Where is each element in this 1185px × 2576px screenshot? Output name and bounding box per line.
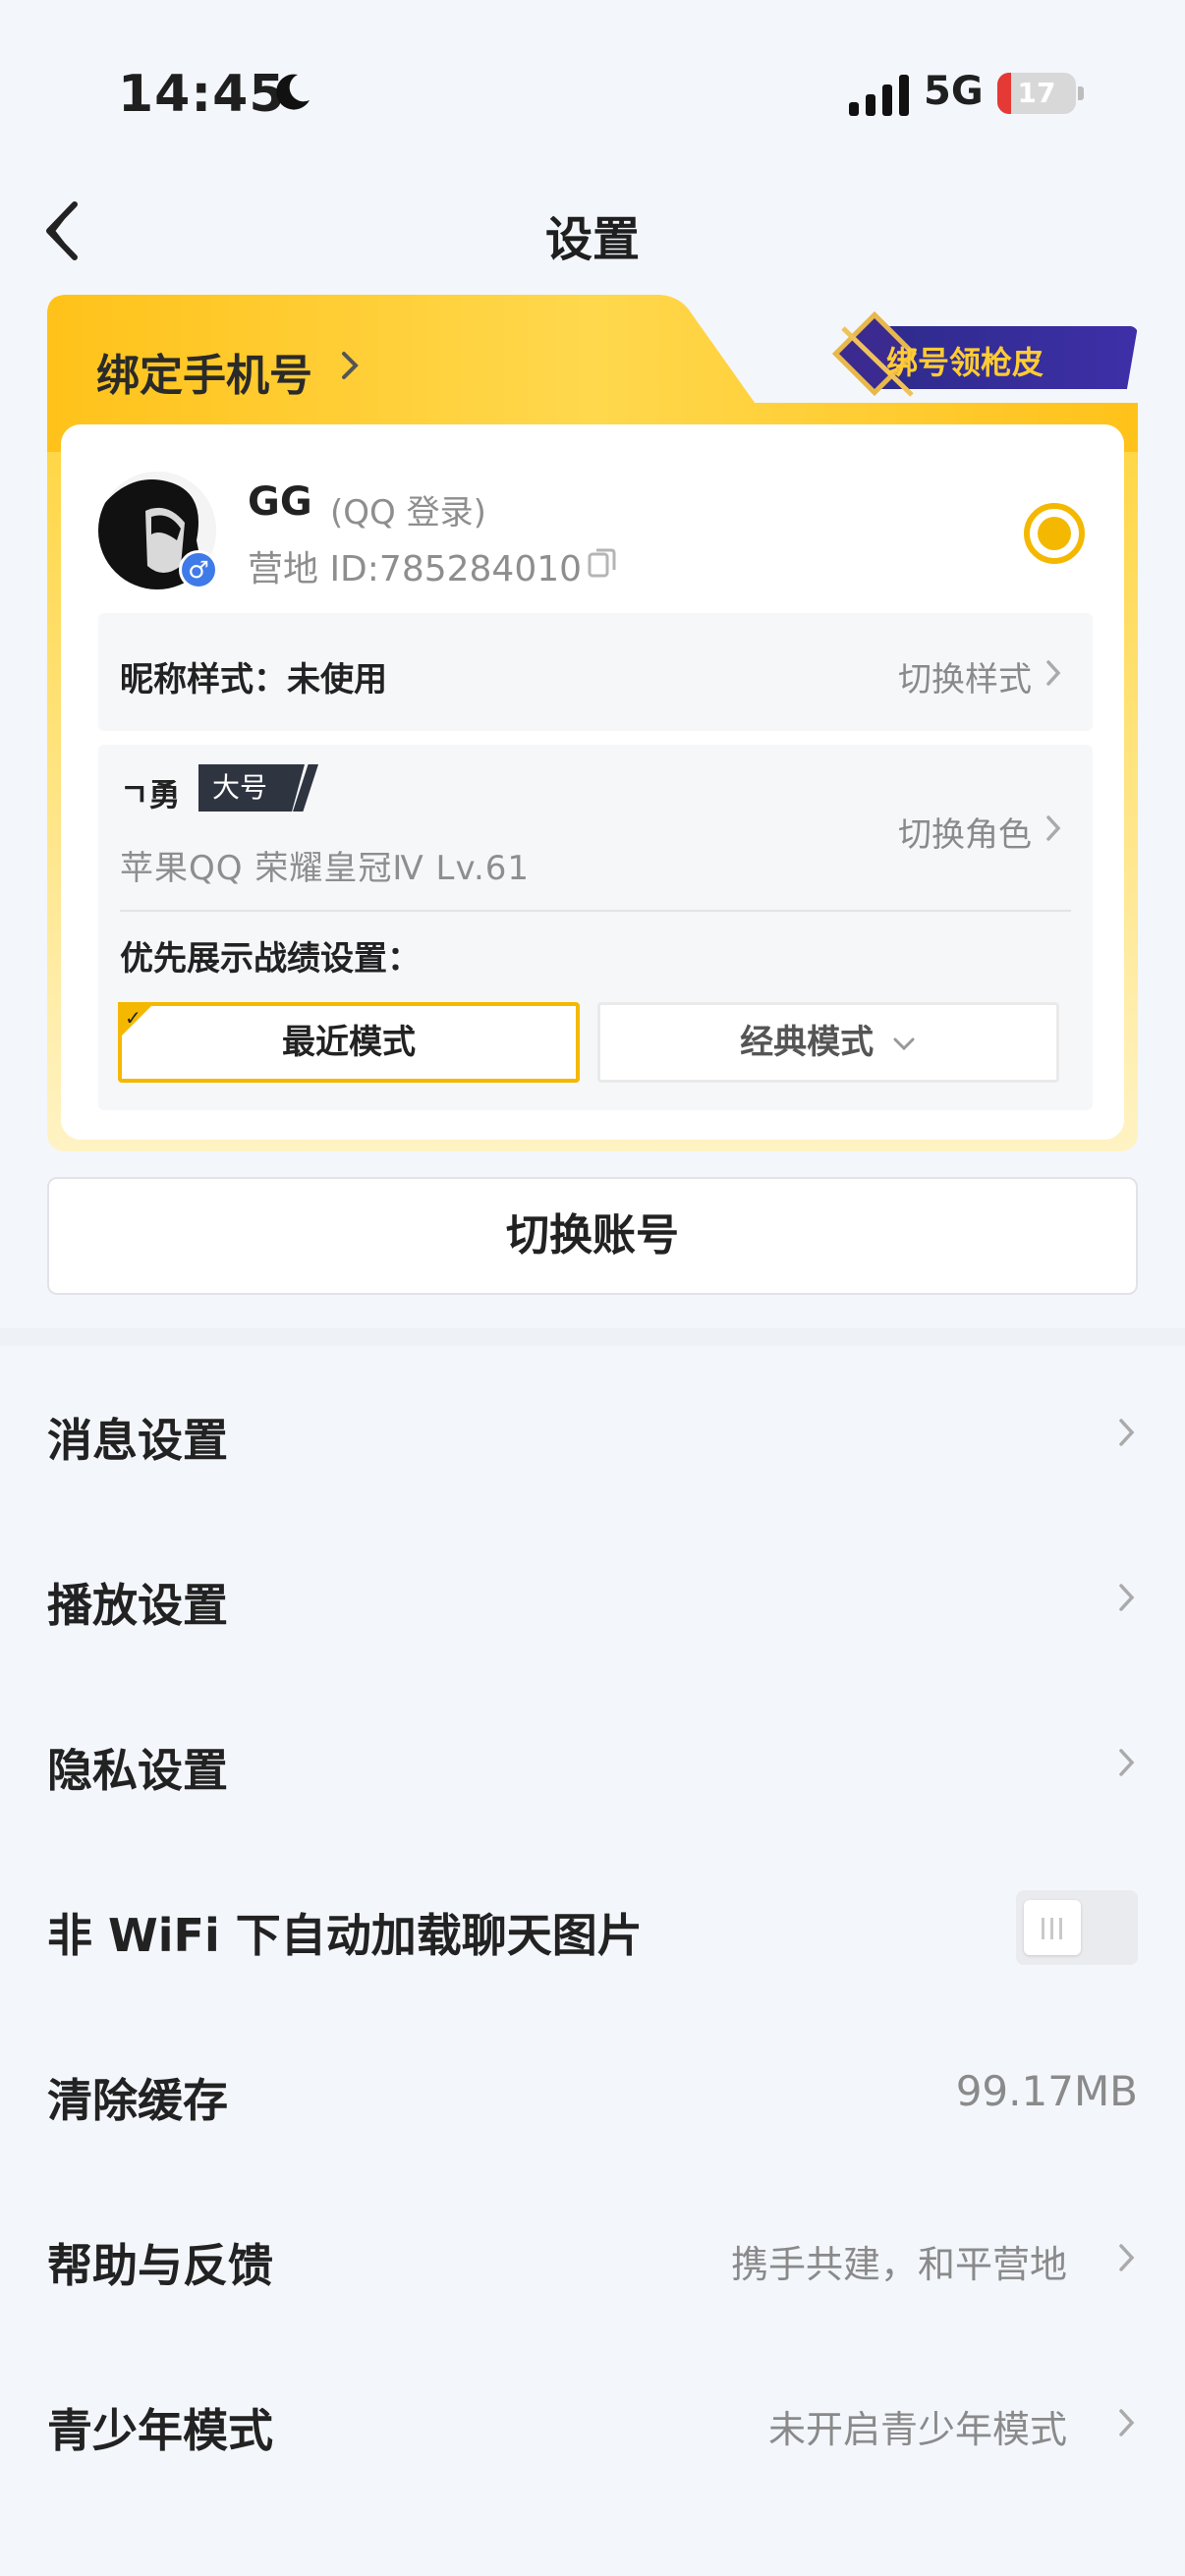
classic-mode-dropdown[interactable]: 经典模式 — [597, 1002, 1059, 1083]
settings-item-auto-load-images: 非 WiFi 下自动加载聊天图片 — [0, 1849, 1185, 2014]
settings-item-label: 播放设置 — [47, 1579, 228, 1632]
chevron-right-icon — [1046, 660, 1061, 686]
network-type: 5G — [924, 69, 984, 114]
main-account-tag: 大号 — [198, 764, 305, 812]
battery-icon: 17 — [997, 73, 1076, 114]
chevron-right-icon — [1119, 2409, 1135, 2436]
login-type: (QQ 登录) — [330, 493, 486, 532]
role-panel: ㄱ勇 大号 苹果QQ 荣耀皇冠Ⅳ Lv.61 切换角色 优先展示战绩设置： ✓ … — [98, 745, 1093, 1110]
settings-item-label: 非 WiFi 下自动加载聊天图片 — [47, 1909, 643, 1962]
chevron-right-icon — [342, 352, 359, 379]
chevron-right-icon — [1046, 815, 1061, 841]
priority-display-label: 优先展示战绩设置： — [120, 939, 421, 979]
settings-item-help-feedback[interactable]: 帮助与反馈 携手共建，和平营地 — [0, 2179, 1185, 2344]
settings-item-playback[interactable]: 播放设置 — [0, 1519, 1185, 1684]
settings-item-privacy[interactable]: 隐私设置 — [0, 1684, 1185, 1849]
recent-mode-button[interactable]: ✓ 最近模式 — [118, 1002, 580, 1083]
promo-banner[interactable]: 绑号领枪皮 — [814, 305, 1167, 403]
settings-item-value: 未开启青少年模式 — [767, 2408, 1067, 2451]
chevron-right-icon — [1119, 2244, 1135, 2271]
toggle-knob — [1024, 1900, 1081, 1955]
chevron-right-icon — [1119, 1419, 1135, 1446]
cache-size: 99.17MB — [955, 2067, 1138, 2115]
switch-account-button[interactable]: 切换账号 — [47, 1177, 1138, 1295]
settings-item-label: 隐私设置 — [47, 1744, 228, 1797]
user-name: GG — [248, 479, 312, 525]
settings-item-label: 帮助与反馈 — [47, 2239, 273, 2292]
switch-role-link[interactable]: 切换角色 — [898, 808, 1032, 856]
moon-icon — [276, 74, 310, 110]
status-time: 14:45 — [118, 65, 286, 124]
settings-item-label: 清除缓存 — [47, 2074, 228, 2127]
section-separator — [0, 1328, 1185, 1346]
settings-item-label: 青少年模式 — [47, 2404, 273, 2457]
bind-phone-title[interactable]: 绑定手机号 — [96, 340, 312, 403]
recent-mode-label: 最近模式 — [282, 1023, 416, 1062]
status-bar: 14:45 5G 17 — [0, 0, 1185, 187]
account-panel: ♂ GG (QQ 登录) 营地 ID:785284010 昵称样式：未使用 切换… — [61, 424, 1124, 1140]
auto-load-images-toggle[interactable] — [1016, 1890, 1138, 1965]
account-selected-radio[interactable] — [1024, 503, 1085, 564]
divider — [120, 910, 1071, 912]
page-title: 设置 — [544, 212, 640, 267]
nickname-style-label: 昵称样式：未使用 — [120, 660, 387, 700]
promo-label: 绑号领枪皮 — [886, 344, 1044, 381]
battery-level: 17 — [1017, 77, 1056, 109]
check-icon: ✓ — [125, 1006, 141, 1030]
bind-phone-card: 绑定手机号 绑号领枪皮 ♂ GG (QQ 登录) 营地 ID:785284010 — [47, 295, 1138, 1151]
settings-item-value: 携手共建，和平营地 — [730, 2243, 1067, 2286]
gender-male-icon: ♂ — [179, 550, 218, 589]
camp-id: 营地 ID:785284010 — [248, 549, 583, 589]
settings-item-clear-cache[interactable]: 清除缓存 99.17MB — [0, 2014, 1185, 2179]
switch-style-link[interactable]: 切换样式 — [898, 652, 1032, 700]
nickname-style-row[interactable]: 昵称样式：未使用 切换样式 — [98, 613, 1093, 731]
chevron-right-icon — [1119, 1584, 1135, 1611]
classic-mode-label: 经典模式 — [740, 1023, 875, 1062]
role-name: ㄱ勇 — [120, 776, 181, 813]
battery-tip — [1078, 86, 1084, 100]
settings-item-teen-mode[interactable]: 青少年模式 未开启青少年模式 — [0, 2344, 1185, 2509]
settings-item-messages[interactable]: 消息设置 — [0, 1354, 1185, 1519]
chevron-down-icon — [893, 1037, 915, 1050]
settings-item-label: 消息设置 — [47, 1414, 228, 1467]
chevron-right-icon — [1119, 1749, 1135, 1776]
role-info: 苹果QQ 荣耀皇冠Ⅳ Lv.61 — [120, 849, 531, 888]
copy-icon[interactable] — [588, 546, 617, 580]
signal-icon — [849, 73, 909, 116]
